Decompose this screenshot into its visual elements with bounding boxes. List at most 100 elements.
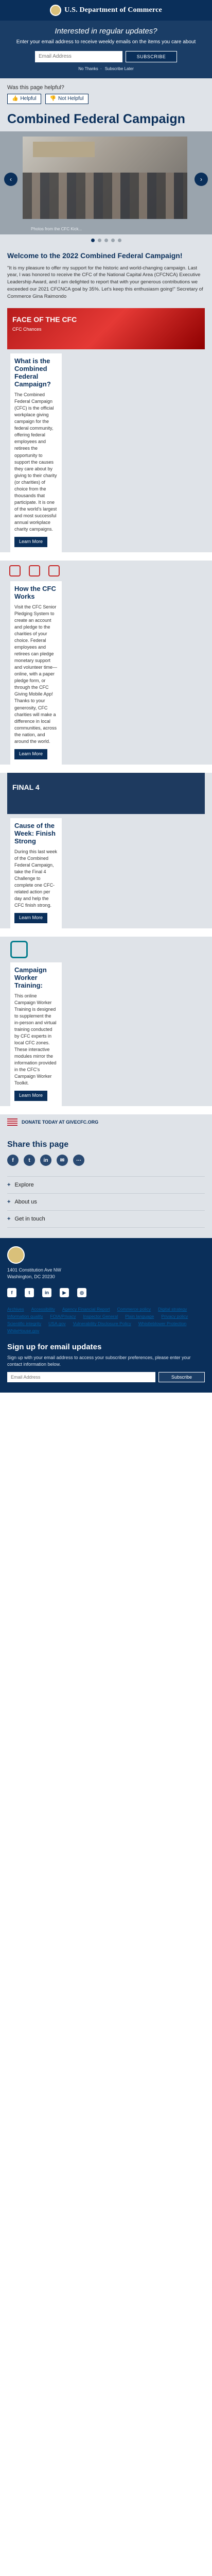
card-cause-of-week: FINAL 4 Cause of the Week: Finish Strong… [0,772,212,928]
email-icon[interactable]: ✉ [57,1155,68,1166]
training-laptop-icon [10,940,28,958]
footer-subscribe-button[interactable]: Subscribe [158,1371,205,1382]
footer-link[interactable]: Digital strategy [158,1307,187,1312]
email-signup-banner: Interested in regular updates? Enter you… [0,21,212,78]
page-title: Combined Federal Campaign [7,111,185,126]
pledge-icon [48,565,60,577]
subscribe-later-link[interactable]: Subscribe Later [105,66,134,71]
card-text: This online Campaign Worker Training is … [14,993,57,1086]
card-title: Cause of the Week: Finish Strong [14,821,56,845]
welcome-heading: Welcome to the 2022 Combined Federal Cam… [7,251,183,260]
accordion-label: About us [14,1199,37,1206]
footer-link[interactable]: Archives [7,1307,24,1312]
linkedin-icon[interactable]: in [42,1288,51,1298]
learn-more-button[interactable]: Learn More [14,1091,47,1101]
page-title-wrap: Combined Federal Campaign [0,108,212,131]
plus-icon: + [7,1199,11,1206]
learn-more-button[interactable]: Learn More [14,912,47,923]
page-feedback: Was this page helpful? 👍 Helpful 👎 Not Hel… [0,78,212,108]
subscribe-button[interactable]: SUBSCRIBE [126,50,177,62]
card-text: During this last week of the Combined Fe… [14,849,58,908]
card-body: How the CFC Works Visit the CFC Senior P… [10,581,62,765]
helpful-label: Helpful [20,96,37,101]
accordion-explore[interactable]: + Explore [7,1176,205,1193]
slide-dot[interactable] [104,239,108,242]
card-title: How the CFC Works [14,584,56,600]
accordion-about-us[interactable]: + About us [7,1193,205,1210]
accordion-label: Explore [14,1182,34,1189]
twitter-icon[interactable]: t [25,1288,34,1298]
slideshow-dots [0,234,212,246]
footer-link[interactable]: Vulnerability Disclosure Policy [73,1321,131,1326]
site-header: U.S. Department of Commerce [0,0,212,21]
learn-more-button[interactable]: Learn More [14,749,47,759]
how-it-works-icons [7,561,205,581]
welcome-body: "It is my pleasure to offer my support f… [7,265,203,299]
footer-link[interactable]: Information quality [7,1314,43,1319]
footer-link[interactable]: FOIA/Privacy [50,1314,76,1319]
site-logo[interactable]: U.S. Department of Commerce [50,5,162,16]
not-helpful-button[interactable]: 👎 Not Helpful [45,93,89,104]
footer-signup-heading: Sign up for email updates [7,1343,102,1352]
footer-seal-icon [7,1246,25,1264]
slide-banner [33,142,95,157]
final-4-image-text: FINAL 4 [12,783,40,791]
donate-text: DONATE TODAY AT GIVECFC.ORG [22,1120,99,1125]
slideshow-prev-button[interactable]: ‹ [4,173,17,186]
card-how-cfc-works: How the CFC Works Visit the CFC Senior P… [0,560,212,765]
card-body: Campaign Worker Training: This online Ca… [10,962,62,1107]
slide-people [23,173,187,219]
footer-link[interactable]: USA.gov [48,1321,66,1326]
slide-dot[interactable] [91,239,95,242]
feedback-buttons: 👍 Helpful 👎 Not Helpful [7,93,205,104]
plus-icon: + [7,1216,11,1223]
linkedin-icon[interactable]: in [40,1155,51,1166]
helpful-button[interactable]: 👍 Helpful [7,93,41,104]
twitter-icon[interactable]: t [24,1155,35,1166]
slide-dot[interactable] [97,239,101,242]
footer-link[interactable]: Commerce policy [117,1307,151,1312]
footer-link[interactable]: Scientific integrity [7,1321,41,1326]
more-share-icon[interactable]: ⋯ [73,1155,84,1166]
footer-signup-body: Sign up with your email address to acces… [7,1355,191,1367]
footer-links: Archives Accessibility Agency Financial … [7,1307,205,1333]
face-image-subtext: CFC Chances [12,327,42,332]
email-input[interactable] [35,50,122,62]
card-what-is-cfc: FACE OF THE CFC CFC Chances What is the … [0,308,212,552]
slide-dot[interactable] [111,239,115,242]
card-title: Campaign Worker Training: [14,965,47,989]
footer-email-input[interactable] [7,1371,155,1382]
facebook-icon[interactable]: f [7,1155,19,1166]
not-helpful-label: Not Helpful [58,96,84,101]
share-icons: f t in ✉ ⋯ [7,1155,205,1166]
accordion-get-in-touch[interactable]: + Get in touch [7,1210,205,1228]
footer-link[interactable]: Accessibility [31,1307,55,1312]
facebook-icon[interactable]: f [7,1288,16,1298]
site-title: U.S. Department of Commerce [64,6,162,14]
footer-link[interactable]: Privacy policy [161,1314,188,1319]
commerce-seal-icon [50,5,62,16]
accordion-label: Get in touch [14,1216,45,1223]
footer-link[interactable]: Inspector General [83,1314,118,1319]
donate-banner[interactable]: DONATE TODAY AT GIVECFC.ORG [0,1114,212,1134]
feedback-question: Was this page helpful? [7,84,64,91]
youtube-icon[interactable]: ▶ [60,1288,69,1298]
slideshow-next-button[interactable]: › [195,173,208,186]
card-text: Visit the CFC Senior Pledging System to … [14,604,58,744]
no-thanks-link[interactable]: No Thanks [78,66,98,71]
face-of-cfc-image: FACE OF THE CFC CFC Chances [7,308,205,350]
footer-link[interactable]: Whistleblower Protection [138,1321,187,1326]
footer-link[interactable]: Agency Financial Report [62,1307,110,1312]
footer-address: 1401 Constitution Ave NW Washington, DC … [7,1267,61,1279]
card-body: Cause of the Week: Finish Strong During … [10,818,62,928]
plus-icon: + [7,1182,11,1189]
footer-social-icons: f t in ▶ ◎ [7,1288,205,1298]
instagram-icon[interactable]: ◎ [77,1288,86,1298]
footer-link[interactable]: Plain language [125,1314,154,1319]
slide-photo [23,137,187,219]
slide-dot[interactable] [117,239,121,242]
site-footer: 1401 Constitution Ave NW Washington, DC … [0,1238,212,1393]
footer-link[interactable]: WhiteHouse.gov [7,1328,39,1333]
clock-icon [29,565,40,577]
learn-more-button[interactable]: Learn More [14,537,47,547]
